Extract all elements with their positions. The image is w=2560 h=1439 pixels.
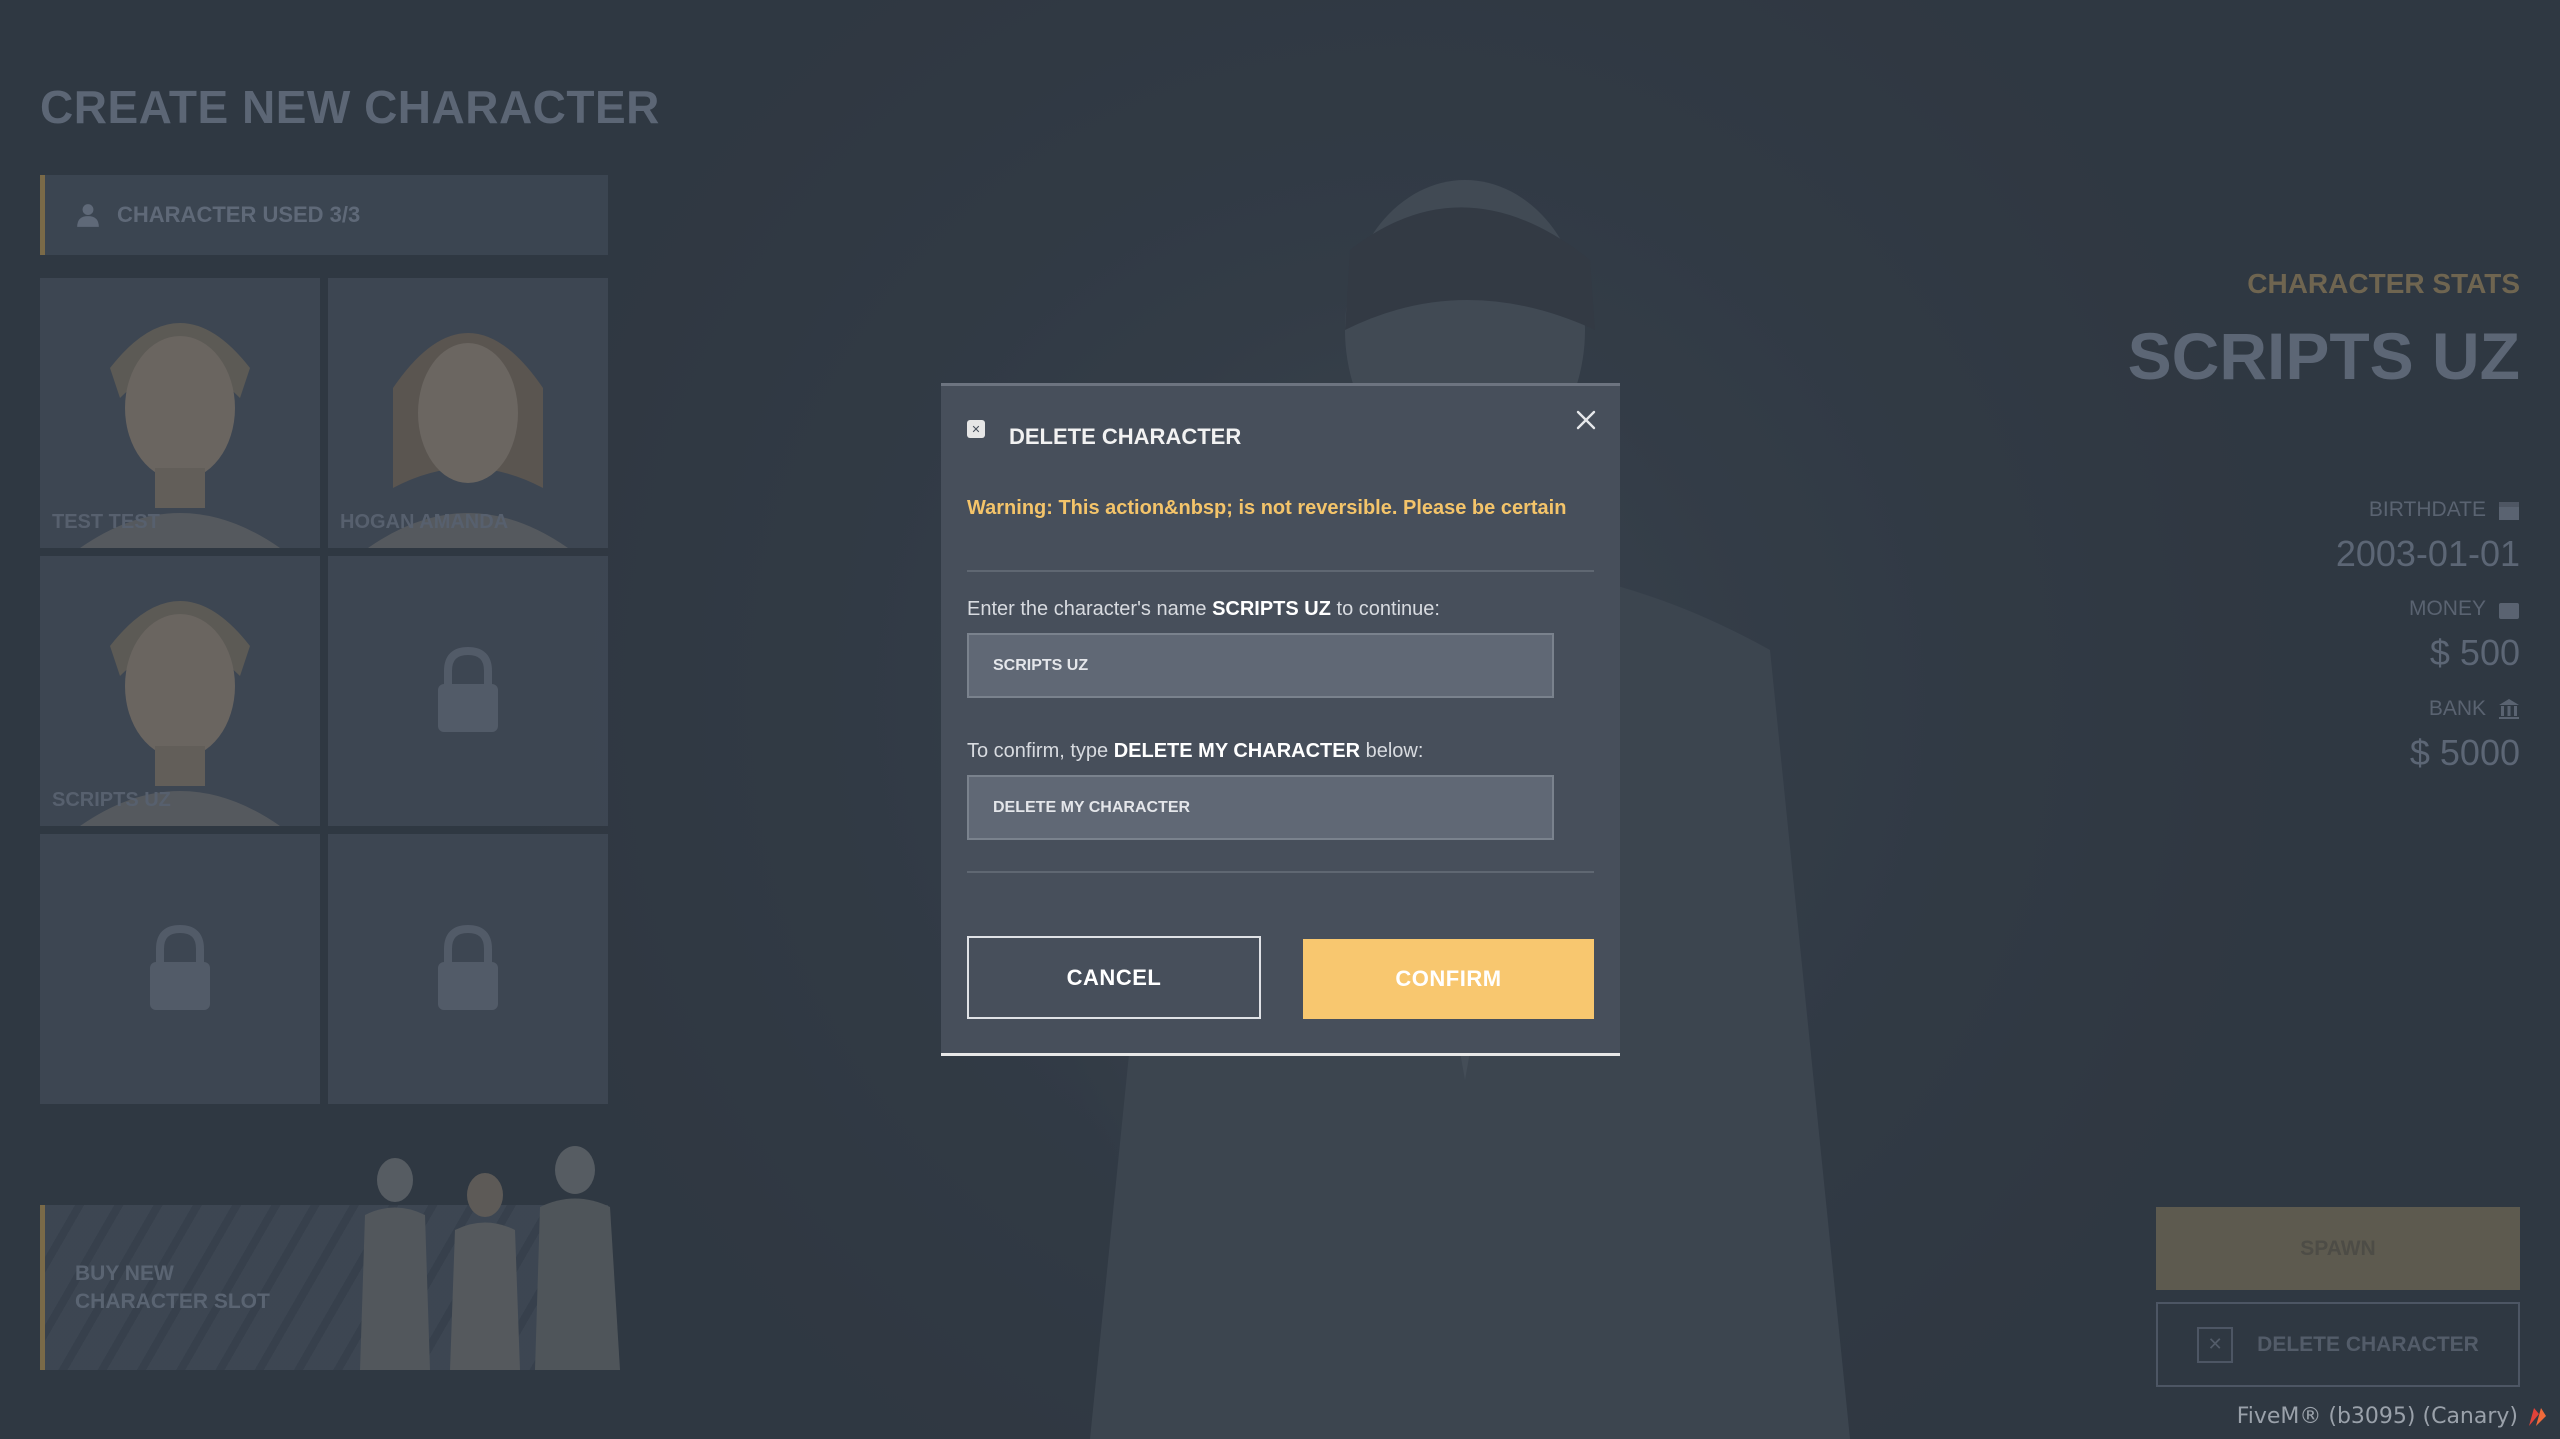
characters-used-label: CHARACTER USED 3/3 [117, 202, 361, 227]
confirm-prompt-value: DELETE MY CHARACTER [1113, 740, 1361, 762]
cancel-button[interactable]: CANCEL [967, 936, 1261, 1019]
divider [967, 871, 1594, 873]
birthdate-label-row: BIRTHDATE [2369, 498, 2520, 522]
delete-character-button[interactable]: ✕ DELETE CHARACTER [2156, 1302, 2520, 1387]
lock-icon [438, 646, 498, 732]
confirm-prompt-post: below: [1360, 740, 1424, 762]
bank-label: BANK [2428, 697, 2486, 720]
close-icon [1576, 410, 1596, 430]
close-square-icon: ✕ [967, 420, 985, 438]
close-icon: ✕ [2197, 1326, 2234, 1363]
buy-slot-line2: CHARACTER SLOT [75, 1290, 270, 1313]
character-stats-name: SCRIPTS UZ [2127, 319, 2520, 393]
confirm-button[interactable]: CONFIRM [1303, 939, 1594, 1019]
user-icon [77, 204, 99, 227]
page-title: CREATE NEW CHARACTER [40, 81, 660, 133]
characters-group-image [360, 1146, 620, 1370]
character-slot[interactable]: SCRIPTS UZ [40, 556, 320, 826]
buy-slot-line1: BUY NEW [75, 1262, 174, 1285]
lock-icon [150, 924, 210, 1010]
character-stats-label: CHARACTER STATS [2247, 268, 2520, 299]
delete-character-label: DELETE CHARACTER [2257, 1332, 2479, 1356]
calendar-icon [2499, 502, 2519, 520]
modal-title: DELETE CHARACTER [1009, 424, 1242, 449]
money-label: MONEY [2408, 597, 2486, 620]
character-portrait [80, 323, 280, 548]
character-portrait [368, 333, 568, 548]
confirm-prompt-pre: To confirm, type [967, 740, 1114, 762]
bank-icon [2499, 699, 2519, 719]
spawn-button[interactable]: SPAWN [2156, 1207, 2520, 1290]
divider [967, 570, 1594, 572]
buy-character-slot-button[interactable]: BUY NEW CHARACTER SLOT [40, 1146, 620, 1370]
money-label-row: MONEY [2409, 597, 2520, 621]
delete-character-modal: ✕ DELETE CHARACTER Warning: This action&… [941, 383, 1620, 1056]
character-name-input[interactable] [967, 633, 1554, 698]
character-slot-name: SCRIPTS UZ [52, 789, 171, 811]
confirm-phrase-input[interactable] [967, 775, 1554, 840]
name-prompt-post: to continue: [1330, 598, 1440, 620]
birthdate-value: 2003-01-01 [2335, 533, 2520, 574]
birthdate-label: BIRTHDATE [2368, 498, 2486, 521]
modal-close-button[interactable] [1572, 406, 1600, 434]
name-prompt: Enter the character's name SCRIPTS UZ to… [967, 598, 1440, 621]
bank-label-row: BANK [2429, 697, 2520, 721]
locked-slot[interactable] [328, 556, 608, 826]
warning-text: Warning: This action&nbsp; is not revers… [967, 497, 1567, 519]
wallet-icon [2499, 603, 2519, 619]
locked-slot[interactable] [40, 834, 320, 1104]
money-value: $ 500 [2429, 632, 2520, 673]
character-slot[interactable]: TEST TEST [40, 278, 320, 548]
modal-header: ✕ DELETE CHARACTER [967, 414, 1241, 450]
character-slot-name: HOGAN AMANDA [340, 511, 509, 533]
character-portrait [80, 601, 280, 826]
character-slots-grid: TEST TEST HOGAN AMANDA SCRIPTS UZ [40, 278, 608, 1104]
character-slot[interactable]: HOGAN AMANDA [328, 278, 608, 548]
fivem-build-text: FiveM® (b3095) (Canary) [2236, 1404, 2518, 1429]
character-slot-name: TEST TEST [52, 511, 160, 533]
fivem-logo-icon [2529, 1407, 2546, 1426]
buy-slot-label: BUY NEW CHARACTER SLOT [75, 1260, 270, 1316]
fivem-build-label: FiveM® (b3095) (Canary) [2237, 1404, 2548, 1429]
characters-used-bar: CHARACTER USED 3/3 [40, 175, 608, 255]
lock-icon [438, 924, 498, 1010]
bank-value: $ 5000 [2409, 732, 2520, 773]
locked-slot[interactable] [328, 834, 608, 1104]
name-prompt-pre: Enter the character's name [967, 598, 1213, 620]
confirm-prompt: To confirm, type DELETE MY CHARACTER bel… [967, 740, 1423, 763]
name-prompt-value: SCRIPTS UZ [1212, 598, 1331, 620]
